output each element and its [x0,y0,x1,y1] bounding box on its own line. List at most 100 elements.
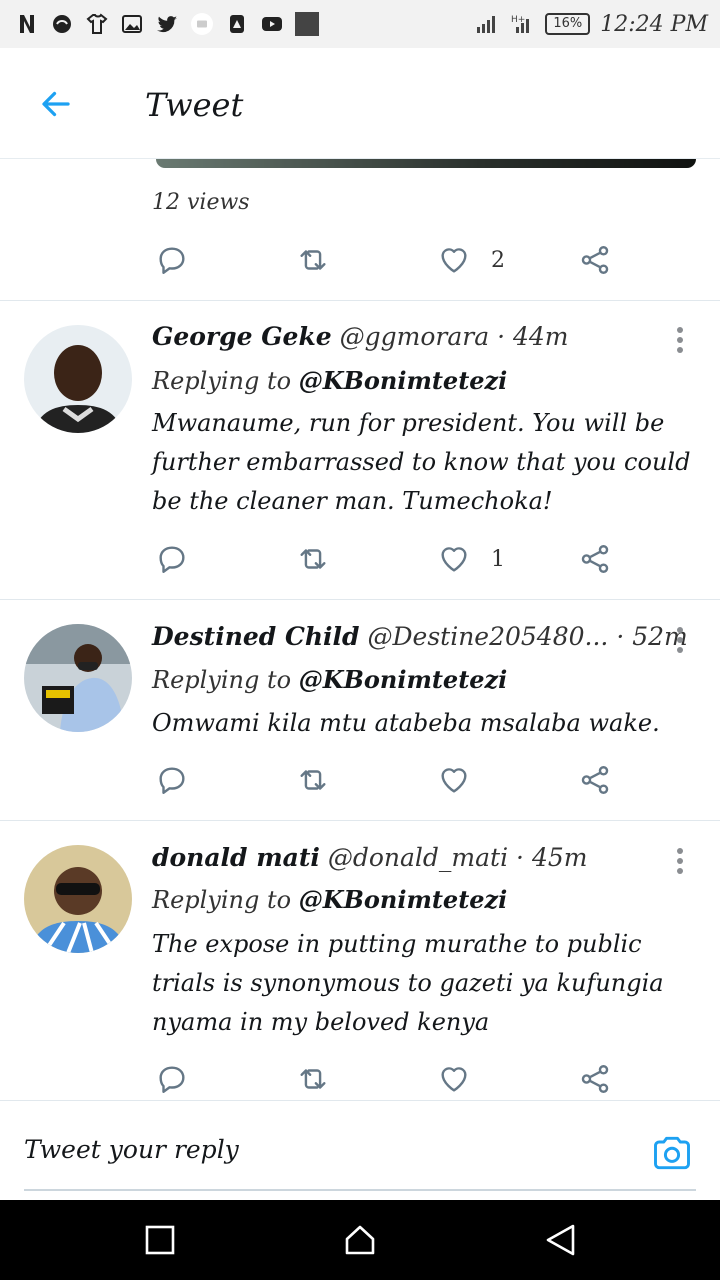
replying-to-label: Replying to [152,886,299,914]
retweet-icon [300,1069,326,1089]
home-button[interactable] [340,1220,380,1260]
recent-apps-button[interactable] [140,1220,180,1260]
home-icon [345,1225,375,1255]
replying-to: Replying to @KBonimtetezi [152,366,507,395]
reply-button[interactable] [155,758,189,802]
replying-to: Replying to @KBonimtetezi [152,665,507,694]
replying-to-label: Replying to [152,666,299,694]
reply-tweet[interactable]: George Geke @ggmorara · 44m Replying to … [0,300,720,600]
reply-text: The expose in putting murathe to public … [152,930,664,1036]
share-button[interactable] [578,537,612,581]
like-button[interactable]: 1 [437,537,505,581]
timestamp: · 45m [516,843,588,872]
reply-actions [0,758,720,808]
square-icon [145,1225,175,1255]
avatar[interactable] [24,845,132,953]
author-name[interactable]: donald mati [152,843,320,872]
share-button[interactable] [578,238,612,282]
heart-icon [441,768,467,793]
author-handle[interactable]: @donald_mati [328,843,508,872]
camera-button[interactable] [648,1129,696,1177]
reply-button[interactable] [155,238,189,282]
author-name[interactable]: George Geke [152,322,332,351]
reply-composer: Tweet your reply [0,1100,720,1200]
share-icon [581,766,609,794]
more-options-button[interactable] [668,325,692,355]
signal-icon [473,11,499,37]
share-icon [581,1065,609,1093]
reply-icon [159,247,185,274]
author-name[interactable]: Destined Child [152,622,360,651]
like-count: 1 [491,546,505,572]
replying-to-label: Replying to [152,367,299,395]
reply-button[interactable] [155,537,189,581]
navigation-bar [0,1200,720,1280]
like-button[interactable]: 2 [437,238,505,282]
more-options-button[interactable] [668,846,692,876]
share-button[interactable] [578,758,612,802]
like-button[interactable] [437,758,471,802]
back-nav-button[interactable] [540,1220,580,1260]
warning-icon [224,11,250,37]
avatar[interactable] [24,325,132,433]
svg-text:H+: H+ [511,15,525,25]
clock: 12:24 PM [600,11,708,37]
reply-icon [159,1066,185,1093]
app-square-icon [294,11,320,37]
heart-icon [441,248,467,273]
reply-icon [159,546,185,573]
back-arrow-icon [42,91,70,117]
signal-h-plus-icon: H+ [509,11,535,37]
gallery-icon [119,11,145,37]
retweet-button[interactable] [296,238,330,282]
tweet-actions: 2 [0,238,720,288]
netflix-icon [14,11,40,37]
share-button[interactable] [578,1057,612,1101]
author-handle[interactable]: @Destine205480... [367,622,608,651]
avatar[interactable] [24,624,132,732]
reply-actions: 1 [0,537,720,587]
battery-indicator: 16% [545,13,591,35]
tweet-media-edge[interactable] [156,159,696,168]
youtube-icon [259,11,285,37]
reply-header: Destined Child @Destine205480... · 52m [152,622,688,651]
like-count: 2 [491,247,505,273]
heart-icon [441,547,467,572]
reply-icon [159,767,185,794]
heart-icon [441,1067,467,1092]
retweet-icon [300,250,326,270]
retweet-button[interactable] [296,1057,330,1101]
reply-header: donald mati @donald_mati · 45m [152,843,587,872]
reply-tweet[interactable]: donald mati @donald_mati · 45m Replying … [0,821,720,1101]
mention-link[interactable]: @KBonimtetezi [299,885,508,914]
view-count: 12 views [152,190,250,215]
header: Tweet [0,48,720,159]
swirl-app-icon [49,11,75,37]
timestamp: · 44m [497,322,569,351]
reply-header: George Geke @ggmorara · 44m [152,322,569,351]
shirt-icon [84,11,110,37]
reply-tweet[interactable]: Destined Child @Destine205480... · 52m R… [0,600,720,820]
reply-button[interactable] [155,1057,189,1101]
retweet-button[interactable] [296,758,330,802]
like-button[interactable] [437,1057,471,1101]
author-handle[interactable]: @ggmorara [340,322,489,351]
mention-link[interactable]: @KBonimtetezi [299,665,508,694]
twitter-icon [154,11,180,37]
reply-text: Mwanaume, run for president. You will be… [152,409,691,515]
share-icon [581,545,609,573]
replying-to: Replying to @KBonimtetezi [152,885,507,914]
reply-input[interactable]: Tweet your reply [24,1135,239,1164]
retweet-icon [300,549,326,569]
camera-icon [654,1136,690,1170]
page-title: Tweet [145,86,244,124]
retweet-button[interactable] [296,537,330,581]
mail-icon [189,11,215,37]
triangle-back-icon [546,1224,575,1256]
more-options-button[interactable] [668,625,692,655]
input-underline [24,1189,696,1191]
back-button[interactable] [34,82,78,126]
mention-link[interactable]: @KBonimtetezi [299,366,508,395]
status-bar: H+ 16% 12:24 PM [0,0,720,48]
share-icon [581,246,609,274]
